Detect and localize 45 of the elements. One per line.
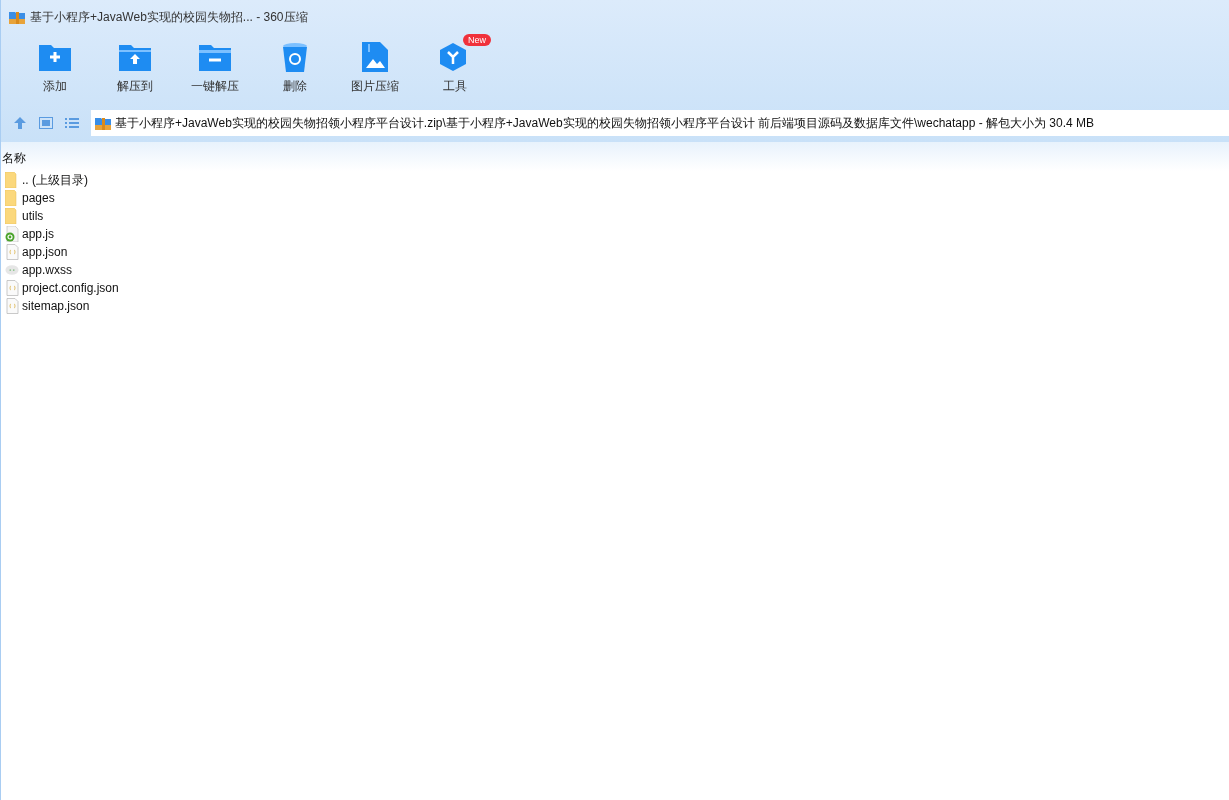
toolbar-button[interactable]: 工具 New — [415, 34, 495, 104]
json-file-icon — [5, 298, 19, 314]
file-name: .. (上级目录) — [22, 171, 88, 189]
file-name: sitemap.json — [22, 299, 90, 313]
js-file-icon — [5, 226, 19, 242]
file-row[interactable]: app.wxss — [1, 261, 1229, 279]
file-name: project.config.json — [22, 281, 119, 295]
file-row[interactable]: pages — [1, 189, 1229, 207]
file-name: app.json — [22, 245, 68, 259]
folder-icon — [5, 190, 19, 206]
thumbnail-view-icon[interactable] — [39, 117, 53, 129]
folder-icon — [5, 172, 19, 188]
archive-icon — [95, 116, 111, 130]
file-name: utils — [22, 209, 44, 223]
archive-icon — [9, 10, 25, 24]
folder-upload-icon — [119, 42, 151, 72]
json-file-icon — [5, 280, 19, 296]
address-path: 基于小程序+JavaWeb实现的校园失物招领小程序平台设计.zip\基于小程序+JavaWeb实现的校园失物招领小程序平台设计 前后端项目源码及数据库文件\wechatapp - 解包大小为 30.4 MB — [115, 114, 1095, 132]
toolbar-button[interactable]: 删除 — [255, 34, 335, 104]
up-arrow-icon[interactable] — [13, 116, 27, 130]
folder-plus-icon — [39, 42, 71, 72]
image-file-icon — [362, 42, 388, 72]
folder-icon — [5, 208, 19, 224]
address-bar[interactable]: 基于小程序+JavaWeb实现的校园失物招领小程序平台设计.zip\基于小程序+JavaWeb实现的校园失物招领小程序平台设计 前后端项目源码及数据库文件\wechatapp - 解包大小为 30.4 MB — [91, 110, 1229, 136]
file-row[interactable]: app.js — [1, 225, 1229, 243]
file-row[interactable]: .. (上级目录) — [1, 171, 1229, 189]
new-badge: New — [463, 34, 491, 46]
window-title: 基于小程序+JavaWeb实现的校园失物招... - 360压缩 — [30, 8, 308, 26]
file-row[interactable]: app.json — [1, 243, 1229, 261]
folder-minus-icon — [199, 42, 231, 72]
file-row[interactable]: project.config.json — [1, 279, 1229, 297]
json-file-icon — [5, 244, 19, 260]
file-name: app.js — [22, 227, 55, 241]
file-row[interactable]: utils — [1, 207, 1229, 225]
file-row[interactable]: sitemap.json — [1, 297, 1229, 315]
toolbar-button[interactable]: 一键解压 — [175, 34, 255, 104]
column-header[interactable]: 名称 — [2, 151, 26, 165]
wxss-file-icon — [5, 264, 19, 276]
toolbar-button[interactable]: 图片压缩 — [335, 34, 415, 104]
file-name: app.wxss — [22, 263, 73, 277]
toolbar-button[interactable]: 解压到 — [95, 34, 175, 104]
file-name: pages — [22, 191, 55, 205]
toolbar-button[interactable]: 添加 — [15, 34, 95, 104]
recycle-bin-icon — [282, 42, 308, 72]
list-view-icon[interactable] — [65, 117, 79, 129]
